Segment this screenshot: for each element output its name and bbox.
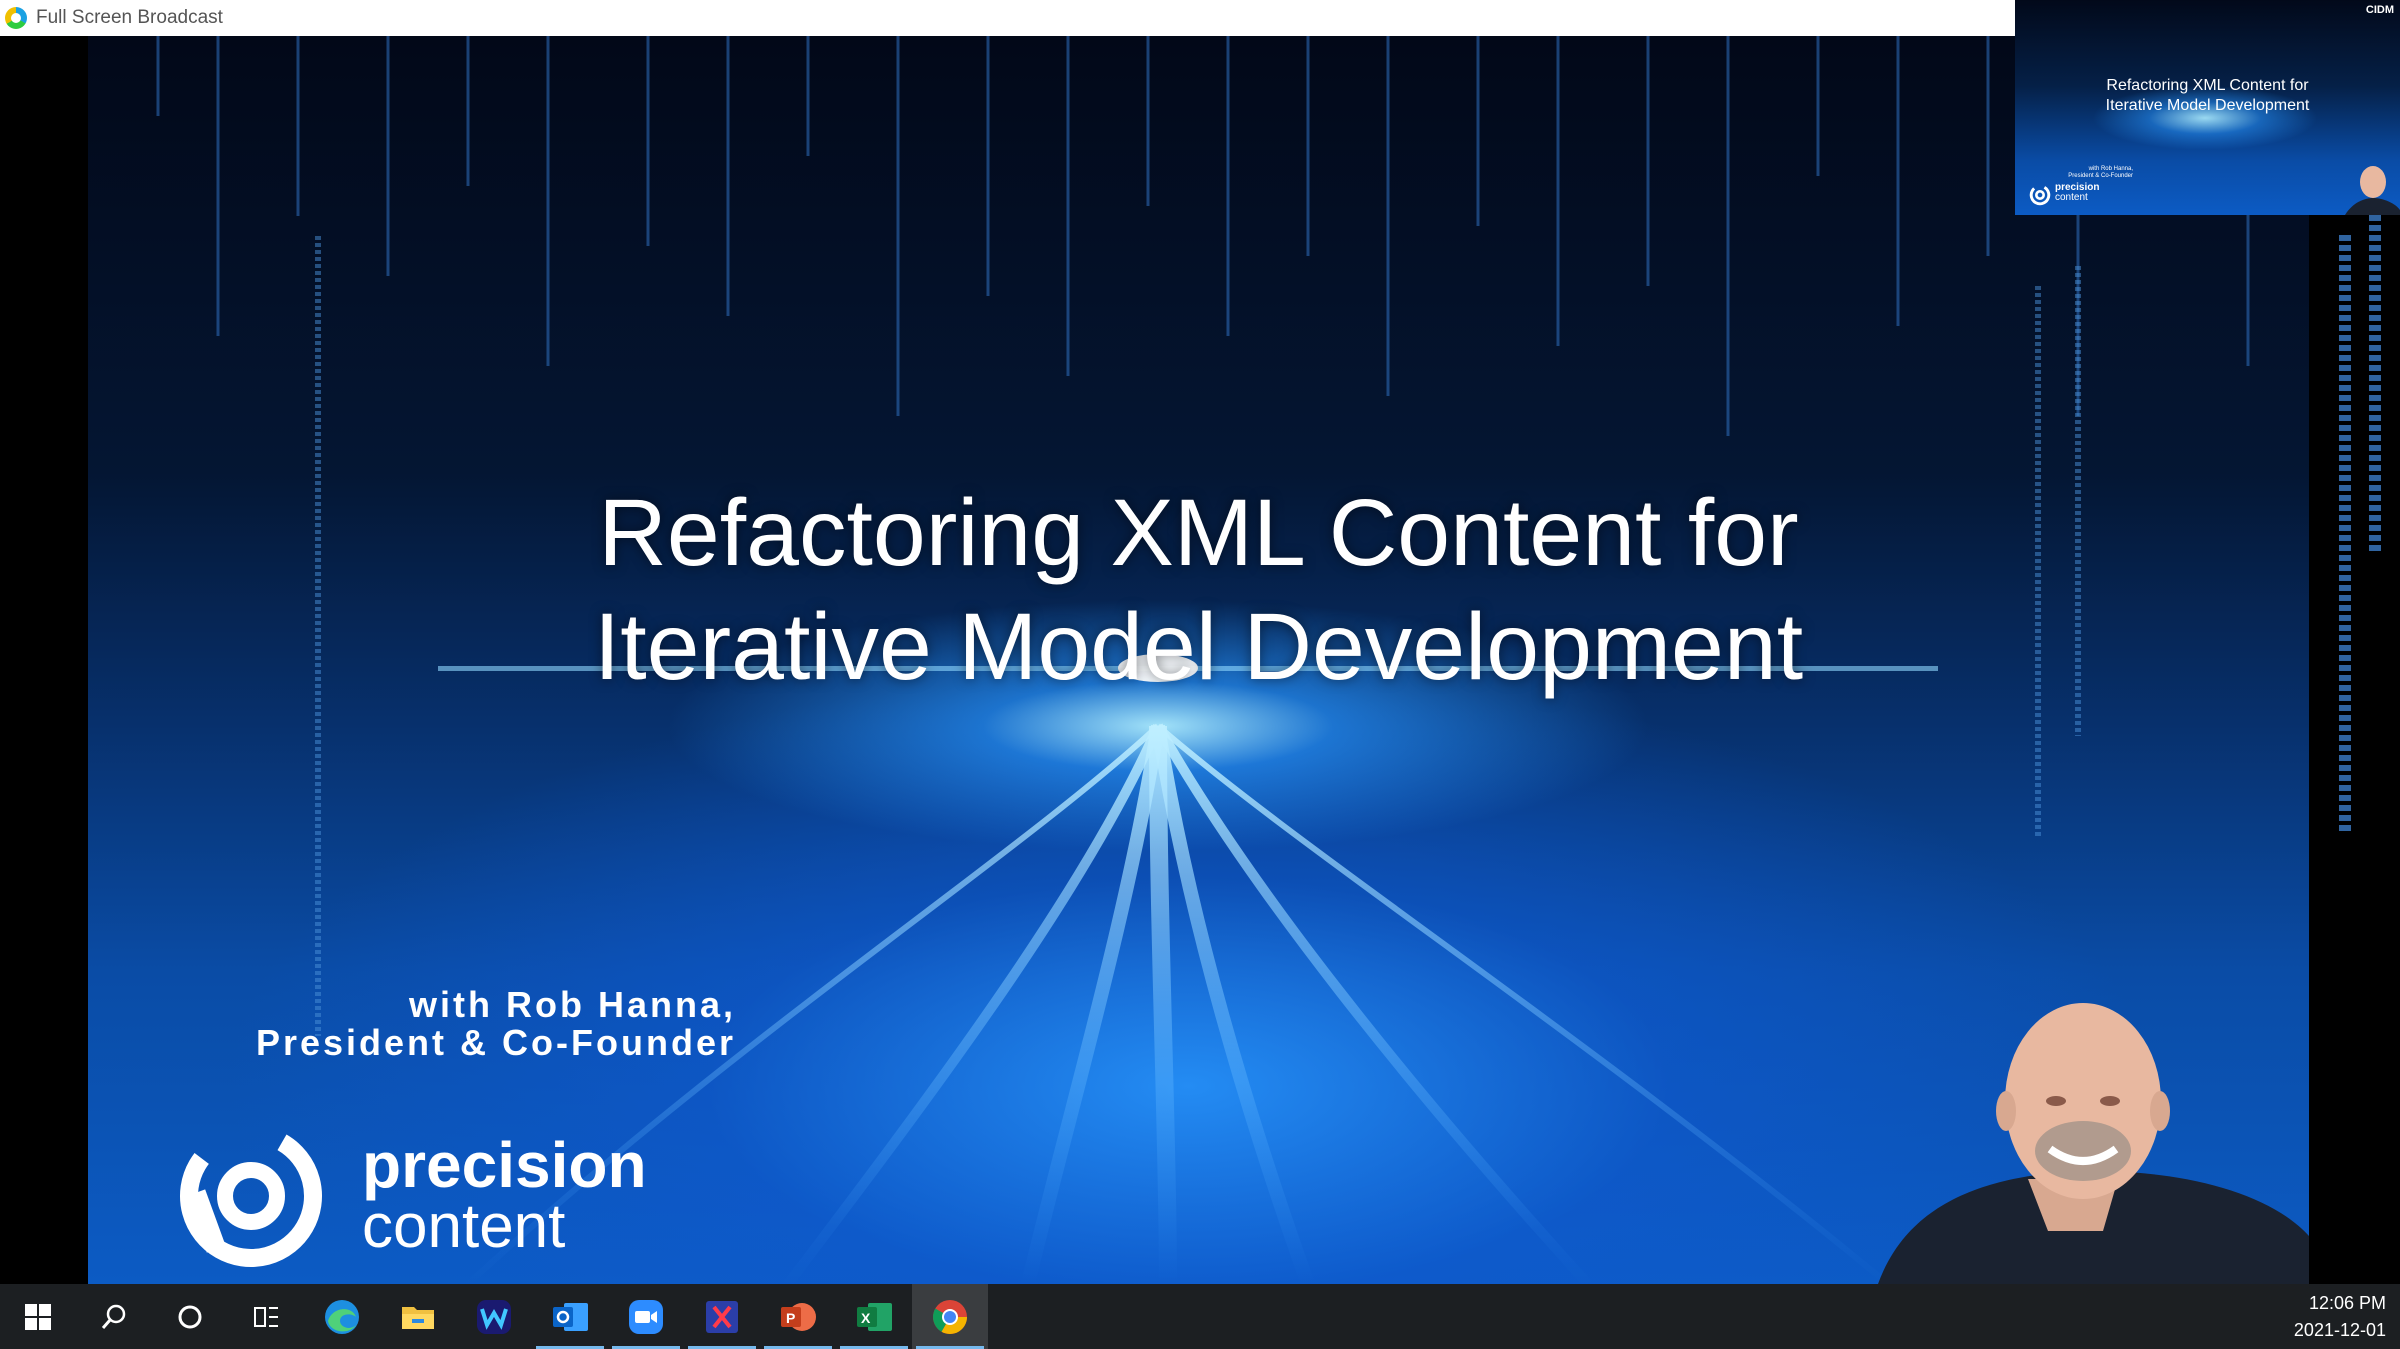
cortana-button[interactable] <box>152 1284 228 1349</box>
brand-word-precision: precision <box>362 1129 647 1201</box>
thumbnail-title-line1: Refactoring XML Content for <box>2106 77 2309 94</box>
thumbnail-brand-wordmark: precision content <box>2055 183 2099 203</box>
thumbnail-presenter-line1: with Rob Hanna, <box>2088 166 2133 172</box>
presenter-line1: with Rob Hanna, <box>409 984 736 1025</box>
presentation-slide: Refactoring XML Content for Iterative Mo… <box>88 36 2309 1284</box>
clock-date: 2021-12-01 <box>2293 1320 2386 1340</box>
xmind-icon <box>706 1300 738 1333</box>
taskbar-chrome[interactable] <box>912 1284 988 1349</box>
presenter-credit: with Rob Hanna, President & Co-Founder <box>176 986 736 1062</box>
thumbnail-brand-word-content: content <box>2055 192 2088 203</box>
brand-lockup: precision content <box>176 1121 647 1271</box>
thumbnail-title-line2: Iterative Model Development <box>2105 97 2310 114</box>
thumbnail-presenter-credit: with Rob Hanna, President & Co-Founder <box>2033 166 2133 180</box>
taskbar-excel[interactable]: X <box>836 1284 912 1349</box>
presenter-line2: President & Co-Founder <box>255 1022 736 1063</box>
task-view-icon <box>254 1306 278 1327</box>
chrome-icon <box>933 1299 967 1334</box>
start-button[interactable] <box>0 1284 76 1349</box>
start-icon <box>25 1303 51 1330</box>
outlook-icon <box>553 1302 588 1331</box>
zoom-icon <box>629 1299 663 1334</box>
windows-taskbar: P X <box>0 1284 2400 1349</box>
broadcast-preview-thumbnail[interactable]: CIDM Refactoring XML Content for Iterati… <box>2015 0 2400 215</box>
taskbar-webex[interactable] <box>456 1284 532 1349</box>
powerpoint-icon: P <box>781 1302 816 1331</box>
thumbnail-presenter-line2: President & Co-Founder <box>2068 173 2133 179</box>
svg-text:P: P <box>786 1310 795 1326</box>
cortana-icon <box>178 1305 202 1328</box>
slide-title: Refactoring XML Content for Iterative Mo… <box>88 476 2309 704</box>
clock-time: 12:06 PM <box>2308 1293 2386 1313</box>
search-icon <box>101 1304 126 1329</box>
brand-word-content: content <box>362 1192 566 1261</box>
svg-text:X: X <box>861 1310 871 1326</box>
speaker-webcam-video <box>1878 1003 2309 1284</box>
excel-icon: X <box>857 1302 892 1331</box>
precision-content-logo-icon <box>180 1125 322 1267</box>
file-explorer-icon <box>402 1306 434 1329</box>
right-margin-area <box>2309 215 2400 1284</box>
binary-column-decoration <box>2369 215 2381 555</box>
taskbar-zoom[interactable] <box>608 1284 684 1349</box>
window-title: Full Screen Broadcast <box>36 7 223 28</box>
taskbar-file-explorer[interactable] <box>380 1284 456 1349</box>
edge-icon <box>325 1299 359 1334</box>
search-button[interactable] <box>76 1284 152 1349</box>
cidm-badge: CIDM <box>2365 4 2394 16</box>
broadcast-app-icon <box>5 7 27 29</box>
taskbar-outlook[interactable] <box>532 1284 608 1349</box>
task-view-button[interactable] <box>228 1284 304 1349</box>
taskbar-edge[interactable] <box>304 1284 380 1349</box>
taskbar-powerpoint[interactable]: P <box>760 1284 836 1349</box>
thumbnail-speaker-video <box>2345 166 2400 215</box>
binary-column-decoration <box>2339 235 2351 835</box>
taskbar-xmind[interactable] <box>684 1284 760 1349</box>
slide-title-line1: Refactoring XML Content for <box>598 480 1799 586</box>
thumbnail-title: Refactoring XML Content for Iterative Mo… <box>2015 76 2400 116</box>
window-title-bar: Full Screen Broadcast <box>0 0 2015 36</box>
slide-title-line2: Iterative Model Development <box>593 594 1804 700</box>
thumbnail-logo-icon <box>2029 184 2051 206</box>
brand-wordmark: precision content <box>362 1129 647 1261</box>
webex-icon <box>477 1299 511 1334</box>
system-clock[interactable]: 12:06 PM 2021-12-01 <box>2294 1290 2386 1344</box>
